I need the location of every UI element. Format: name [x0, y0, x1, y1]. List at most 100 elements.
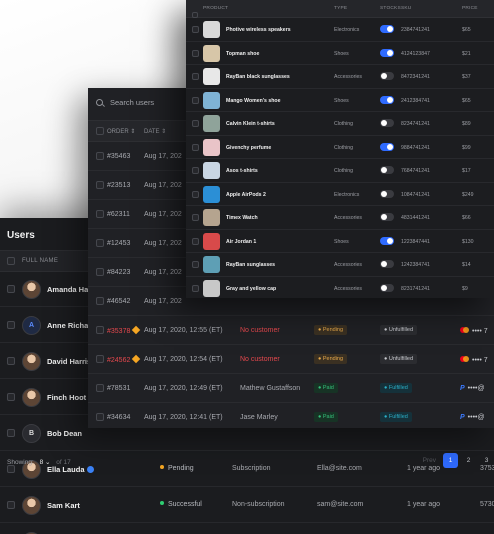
- order-id-link[interactable]: #84223: [107, 269, 130, 276]
- user-row[interactable]: Costa QuinnOverdueUnassignedcosta@site.c…: [0, 524, 494, 534]
- stock-toggle[interactable]: [380, 283, 394, 292]
- product-row[interactable]: Topman shoe Shoes 4124123847 $21: [186, 42, 494, 65]
- product-name-link[interactable]: Givenchy perfume: [226, 145, 271, 151]
- row-checkbox[interactable]: [7, 465, 15, 473]
- row-checkbox[interactable]: [192, 237, 199, 245]
- row-checkbox[interactable]: [192, 214, 199, 221]
- product-name-link[interactable]: Timex Watch: [226, 215, 258, 221]
- row-checkbox[interactable]: [96, 268, 104, 276]
- product-name-link[interactable]: Photive wireless speakers: [226, 27, 291, 33]
- page-button-3[interactable]: 3: [479, 453, 494, 468]
- row-checkbox[interactable]: [7, 357, 15, 365]
- page-button-2[interactable]: 2: [461, 453, 476, 468]
- column-header-type[interactable]: TYPE: [334, 6, 347, 11]
- stock-toggle[interactable]: [380, 236, 394, 245]
- row-checkbox[interactable]: [192, 143, 199, 151]
- product-row[interactable]: Givenchy perfume Clothing 9884741241 $99: [186, 136, 494, 159]
- row-checkbox[interactable]: [192, 49, 199, 57]
- order-row[interactable]: #34634 Aug 17, 2020, 12:41 (ET) Jase Marle…: [88, 403, 494, 428]
- stock-toggle[interactable]: [380, 213, 394, 221]
- row-checkbox[interactable]: [96, 239, 104, 247]
- stock-toggle[interactable]: [380, 166, 394, 174]
- product-name-link[interactable]: Gray and yellow cap: [226, 286, 276, 292]
- product-name-link[interactable]: RayBan sunglasses: [226, 262, 275, 268]
- column-header-order[interactable]: ORDER ⇕: [107, 128, 135, 135]
- order-id-link[interactable]: #34634: [107, 414, 130, 421]
- order-id-link[interactable]: #78531: [107, 385, 130, 392]
- product-row[interactable]: Photive wireless speakers Electronics 2384…: [186, 18, 494, 42]
- order-id-link[interactable]: #35378: [107, 325, 141, 335]
- column-header-stocks[interactable]: STOCKS: [380, 6, 401, 11]
- stock-toggle[interactable]: [380, 142, 394, 151]
- row-checkbox[interactable]: [96, 210, 104, 218]
- row-checkbox[interactable]: [96, 326, 104, 334]
- product-name-link[interactable]: Calvin Klein t-shirts: [226, 121, 275, 127]
- pagination-prev-button[interactable]: Prev: [423, 453, 436, 468]
- product-name-link[interactable]: RayBan black sunglasses: [226, 74, 290, 80]
- product-name-link[interactable]: Apple AirPods 2: [226, 192, 266, 198]
- stock-toggle[interactable]: [380, 189, 394, 198]
- row-checkbox[interactable]: [192, 167, 199, 174]
- product-row[interactable]: Calvin Klein t-shirts Clothing 8234741241 $…: [186, 112, 494, 136]
- row-checkbox[interactable]: [7, 321, 15, 329]
- order-customer[interactable]: Mathew Gustaffson: [240, 385, 300, 392]
- product-name-link[interactable]: Air Jordan 1: [226, 239, 256, 245]
- row-checkbox[interactable]: [96, 355, 104, 363]
- row-checkbox[interactable]: [7, 393, 15, 401]
- row-checkbox[interactable]: [192, 73, 199, 80]
- row-checkbox[interactable]: [192, 284, 199, 292]
- order-id-link[interactable]: #23513: [107, 182, 130, 189]
- row-checkbox[interactable]: [96, 384, 104, 392]
- order-row[interactable]: #24562 Aug 17, 2020, 12:54 (ET) No custome…: [88, 345, 494, 374]
- row-checkbox[interactable]: [96, 413, 104, 421]
- stock-toggle[interactable]: [380, 95, 394, 104]
- product-row[interactable]: Air Jordan 1 Shoes 1223847441 $130: [186, 230, 494, 253]
- row-checkbox[interactable]: [192, 26, 199, 33]
- order-id-link[interactable]: #35463: [107, 153, 130, 160]
- user-name[interactable]: Sam Kart: [47, 501, 80, 510]
- row-checkbox[interactable]: [192, 120, 199, 127]
- row-checkbox[interactable]: [96, 181, 104, 189]
- product-row[interactable]: RayBan black sunglasses Accessories 847234…: [186, 65, 494, 89]
- column-header-date[interactable]: DATE ⇕: [144, 128, 166, 135]
- product-name-link[interactable]: Mango Women's shoe: [226, 98, 280, 104]
- user-row[interactable]: Sam Kart Successful Non-subscription sam@si…: [0, 488, 494, 523]
- row-checkbox[interactable]: [7, 501, 15, 509]
- row-checkbox[interactable]: [96, 152, 104, 160]
- column-header-product[interactable]: PRODUCT: [203, 6, 228, 11]
- product-row[interactable]: Mango Women's shoe Shoes 2412384741 $65: [186, 89, 494, 112]
- product-row[interactable]: Apple AirPods 2 Electronics 1084741241 $249: [186, 183, 494, 206]
- select-all-checkbox[interactable]: [7, 257, 15, 265]
- row-checkbox[interactable]: [7, 429, 15, 437]
- per-page-select[interactable]: 8 ⌄: [40, 459, 51, 466]
- order-customer[interactable]: Jase Marley: [240, 414, 278, 421]
- row-checkbox[interactable]: [192, 96, 199, 104]
- order-id-link[interactable]: #12453: [107, 240, 130, 247]
- row-checkbox[interactable]: [192, 261, 199, 268]
- row-checkbox[interactable]: [96, 297, 104, 305]
- row-checkbox[interactable]: [7, 285, 15, 293]
- order-row[interactable]: #35378 Aug 17, 2020, 12:55 (ET) No custome…: [88, 316, 494, 345]
- product-row[interactable]: Asos t-shirts Clothing 7684741241 $17: [186, 159, 494, 183]
- order-id-link[interactable]: #24562: [107, 354, 141, 364]
- product-name-link[interactable]: Asos t-shirts: [226, 168, 258, 174]
- stock-toggle[interactable]: [380, 260, 394, 268]
- user-name[interactable]: Ella Lauda: [47, 465, 94, 474]
- stock-toggle[interactable]: [380, 72, 394, 80]
- order-row[interactable]: #78531 Aug 17, 2020, 12:49 (ET) Mathew Gus…: [88, 374, 494, 403]
- stock-toggle[interactable]: [380, 25, 394, 33]
- product-name-link[interactable]: Topman shoe: [226, 51, 259, 57]
- product-row[interactable]: RayBan sunglasses Accessories 1242384741 $1…: [186, 253, 494, 277]
- stock-toggle[interactable]: [380, 119, 394, 127]
- column-header-sku[interactable]: SKU: [401, 6, 411, 11]
- page-button-1[interactable]: 1: [443, 453, 458, 468]
- select-all-orders-checkbox[interactable]: [96, 127, 104, 135]
- order-id-link[interactable]: #62311: [107, 211, 130, 218]
- user-name[interactable]: Finch Hoot: [47, 393, 86, 402]
- column-header-price[interactable]: PRICE: [462, 6, 478, 11]
- user-name[interactable]: Bob Dean: [47, 429, 82, 438]
- row-checkbox[interactable]: [192, 190, 199, 198]
- product-row[interactable]: Gray and yellow cap Accessories 8231741241…: [186, 277, 494, 299]
- search-users-field[interactable]: Search users: [96, 98, 154, 107]
- order-id-link[interactable]: #46542: [107, 298, 130, 305]
